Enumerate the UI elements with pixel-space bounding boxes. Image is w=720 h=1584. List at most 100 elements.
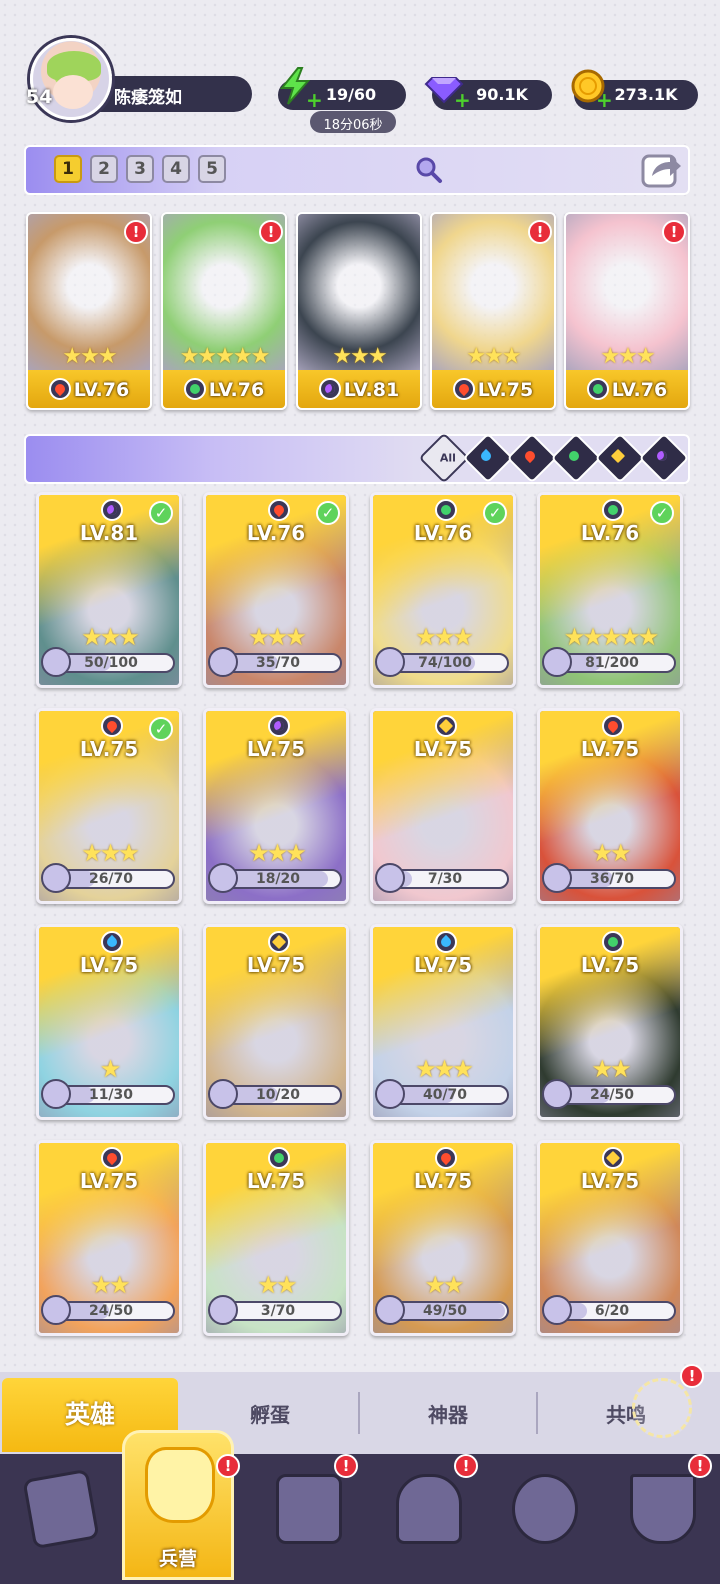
lineup-alert-badge: ! (662, 220, 686, 244)
lineup-alert-badge: ! (124, 220, 148, 244)
hero-card[interactable]: LV.75 ★★ 36/70 (537, 708, 683, 904)
nature-icon (602, 931, 624, 953)
share-icon[interactable] (640, 148, 684, 190)
hero-card[interactable]: LV.75 ✓ ★★★ 26/70 (36, 708, 182, 904)
hero-level: LV.75 (580, 953, 640, 977)
shard-icon (208, 647, 238, 677)
water-icon (435, 931, 457, 953)
barracks-icon (145, 1447, 215, 1523)
energy-add-icon[interactable]: + (306, 88, 323, 112)
shard-count: 11/30 (88, 1087, 134, 1103)
shard-count: 24/50 (589, 1087, 635, 1103)
hero-card[interactable]: LV.75 ★★★ 40/70 (370, 924, 516, 1120)
banner-icon (630, 1474, 696, 1544)
nav-banner-alert: ! (688, 1454, 712, 1478)
hero-level: LV.75 (413, 953, 473, 977)
hero-card[interactable]: LV.75 6/20 (537, 1140, 683, 1336)
nav-shop[interactable] (378, 1462, 478, 1572)
light-icon (602, 1147, 624, 1169)
shard-icon (208, 863, 238, 893)
shard-icon (208, 1079, 238, 1109)
hero-level-bar: LV.75 (432, 370, 554, 408)
fire-icon (101, 1147, 123, 1169)
hero-card[interactable]: LV.75 10/20 (203, 924, 349, 1120)
nav-shop-alert: ! (454, 1454, 478, 1478)
shard-count: 3/70 (260, 1303, 296, 1319)
hero-card[interactable]: LV.75 7/30 (370, 708, 516, 904)
shard-count: 24/50 (88, 1303, 134, 1319)
hero-level: LV.75 (477, 379, 534, 401)
dark-icon (101, 499, 123, 521)
hero-card[interactable]: LV.75 ★★★ 18/20 (203, 708, 349, 904)
hero-card[interactable]: LV.75 ★★ 49/50 (370, 1140, 516, 1336)
gem-add-icon[interactable]: + (454, 88, 471, 112)
hero-card[interactable]: LV.76 ✓ ★★★ 35/70 (203, 492, 349, 688)
nav-cards[interactable] (10, 1462, 110, 1572)
hero-level: LV.75 (413, 1169, 473, 1193)
light-icon (268, 931, 290, 953)
hero-card[interactable]: LV.75 ★★ 3/70 (203, 1140, 349, 1336)
nav-map[interactable] (258, 1462, 358, 1572)
dark-icon (268, 715, 290, 737)
nav-barracks-label: 兵营 (158, 1548, 197, 1570)
hero-level: LV.75 (580, 1169, 640, 1193)
hero-card[interactable]: LV.76 ✓ ★★★ 74/100 (370, 492, 516, 688)
hero-stars: ★★★ (332, 344, 387, 369)
fire-icon (268, 499, 290, 521)
nature-icon (602, 499, 624, 521)
nav-barracks-alert: ! (216, 1454, 240, 1478)
gem-value: 90.1K (476, 85, 528, 104)
shard-icon (41, 1079, 71, 1109)
hero-level-bar: LV.76 (28, 370, 150, 408)
shard-icon (542, 647, 572, 677)
player-level: 54 (26, 86, 53, 108)
shard-icon (375, 863, 405, 893)
team-tab-1[interactable]: 1 (54, 155, 82, 183)
team-tab-3[interactable]: 3 (126, 155, 154, 183)
shard-count: 10/20 (255, 1087, 301, 1103)
team-tab-4[interactable]: 4 (162, 155, 190, 183)
hero-level: LV.75 (246, 737, 306, 761)
hero-level: LV.76 (73, 379, 130, 401)
nav-barracks[interactable]: 兵营 (122, 1430, 234, 1580)
lineup-alert-badge: ! (259, 220, 283, 244)
hero-stars: ★★★ (466, 344, 521, 369)
dark-icon (318, 378, 341, 400)
team-tab-2[interactable]: 2 (90, 155, 118, 183)
nature-icon (565, 447, 587, 469)
fire-icon (48, 378, 71, 400)
hero-level: LV.76 (208, 379, 265, 401)
light-icon (609, 447, 631, 469)
shard-icon (542, 1079, 572, 1109)
hero-level: LV.75 (246, 1169, 306, 1193)
shard-count: 26/70 (88, 871, 134, 887)
energy-value: 19/60 (325, 85, 377, 104)
team-tab-5[interactable]: 5 (198, 155, 226, 183)
filter-all-label: All (439, 451, 456, 465)
tab-artifacts[interactable]: 神器 (360, 1378, 536, 1452)
shard-icon (375, 1295, 405, 1325)
hero-level-bar: LV.81 (298, 370, 420, 408)
fire-icon (602, 715, 624, 737)
hero-card[interactable]: LV.75 ★★ 24/50 (36, 1140, 182, 1336)
floating-event-button[interactable] (632, 1378, 692, 1438)
coin-add-icon[interactable]: + (596, 88, 613, 112)
nav-guild[interactable] (494, 1462, 594, 1572)
shard-count: 18/20 (255, 871, 301, 887)
guild-icon (512, 1474, 578, 1544)
owned-check-icon: ✓ (316, 501, 340, 525)
map-icon (276, 1474, 342, 1544)
hero-card[interactable]: LV.75 ★★ 24/50 (537, 924, 683, 1120)
shard-icon (41, 863, 71, 893)
hero-card[interactable]: LV.75 ★ 11/30 (36, 924, 182, 1120)
player-name[interactable]: 陈痿笼如 (92, 76, 252, 112)
hero-card[interactable]: LV.81 ✓ ★★★ 50/100 (36, 492, 182, 688)
lineup-hero-card[interactable]: ★★★ LV.81 (296, 212, 422, 410)
hero-level: LV.75 (580, 737, 640, 761)
owned-check-icon: ✓ (483, 501, 507, 525)
search-icon[interactable] (414, 155, 444, 185)
hero-level: LV.81 (343, 379, 400, 401)
hero-card[interactable]: LV.76 ✓ ★★★★★ 81/200 (537, 492, 683, 688)
nav-banner[interactable] (612, 1462, 712, 1572)
shard-count: 7/30 (427, 871, 463, 887)
